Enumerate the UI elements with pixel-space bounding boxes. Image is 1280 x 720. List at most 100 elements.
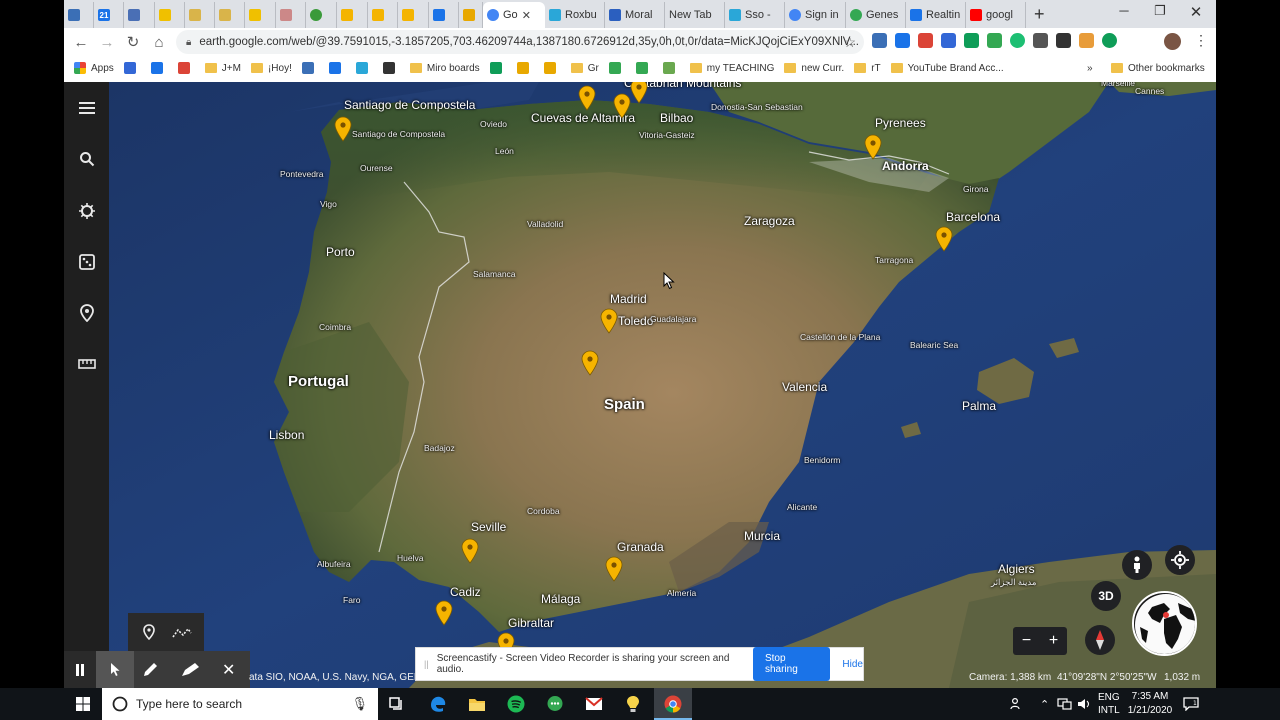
chrome-taskbar-button[interactable] [654,688,692,720]
bookmark-item[interactable] [301,62,319,74]
globe-minimap-icon[interactable] [1132,591,1197,656]
browser-tab[interactable] [155,2,185,28]
input-language[interactable]: ENG INTL [1098,688,1120,720]
browser-tab[interactable] [215,2,245,28]
bookmark-folder[interactable]: my TEACHING [689,63,774,74]
save-extension-icon[interactable] [987,33,1002,48]
bookmark-item[interactable] [355,62,373,74]
back-button[interactable]: ← [68,34,94,51]
browser-tab[interactable] [64,2,94,28]
toggle-3d-button[interactable]: 3D [1091,581,1121,611]
browser-tab[interactable]: googl [966,2,1026,28]
reload-button[interactable]: ↻ [120,33,146,51]
browser-tab[interactable]: Sso - [725,2,785,28]
projects-pin-icon[interactable] [74,300,100,326]
edge-browser-icon[interactable] [426,692,450,716]
hidden-icons-chevron-icon[interactable]: ⌃ [1040,688,1049,720]
bookmark-item[interactable] [177,62,195,74]
browser-tab[interactable]: New Tab [665,2,725,28]
clock[interactable]: 7:35 AM 1/21/2020 [1125,688,1175,720]
hide-banner-button[interactable]: Hide [842,659,863,670]
placemark-pin-icon[interactable] [461,538,479,564]
browser-tab[interactable] [398,2,429,28]
placemark-pin-icon[interactable] [334,116,352,142]
bookmark-star-icon[interactable]: ☆ [843,34,856,51]
browser-tab[interactable] [429,2,459,28]
browser-tab[interactable] [337,2,368,28]
bookmark-folder[interactable]: new Curr. [784,63,844,74]
bookmark-item[interactable] [328,62,346,74]
bookmark-folder[interactable]: Miro boards [409,63,480,74]
browser-tab[interactable]: Genes [846,2,906,28]
browser-tab[interactable]: 21 [94,2,124,28]
feeling-lucky-icon[interactable] [74,249,100,275]
task-view-icon[interactable] [385,692,409,716]
placemark-pin-icon[interactable] [435,600,453,626]
browser-tab[interactable]: Realtin [906,2,966,28]
minimize-button[interactable]: ─ [1106,3,1142,18]
windows-start-icon[interactable] [76,697,90,716]
placemark-pin-icon[interactable] [605,556,623,582]
screen-extension-icon[interactable] [941,33,956,48]
compass-icon[interactable] [1085,625,1115,655]
placemark-pin-icon[interactable] [630,82,648,104]
maximize-button[interactable]: ❐ [1142,3,1178,19]
k-extension-icon[interactable] [1102,33,1117,48]
satellite-map[interactable] [109,82,1216,688]
browser-tab[interactable]: Sign in [785,2,846,28]
chat-app-icon[interactable] [543,692,567,716]
sticky-notes-icon[interactable] [621,692,645,716]
pegman-icon[interactable] [1122,550,1152,580]
stop-sharing-button[interactable]: Stop sharing [752,647,831,681]
other-bookmarks-folder[interactable]: Other bookmarks [1111,63,1205,74]
browser-tab[interactable] [459,2,483,28]
placemark-pin-icon[interactable] [613,93,631,119]
search-icon[interactable] [74,146,100,172]
profile-avatar[interactable] [1164,33,1181,50]
forward-button[interactable]: → [94,34,120,51]
bookmark-item[interactable] [150,62,168,74]
new-tab-button[interactable]: + [1034,4,1045,25]
bookmark-item[interactable] [662,62,680,74]
volume-icon[interactable] [1077,688,1092,720]
bookmark-item[interactable] [489,62,507,74]
grammar-extension-icon[interactable] [1010,33,1025,48]
taskbar-search-box[interactable]: Type here to search 🎙︎ [102,688,378,720]
reader-extension-icon[interactable] [1079,33,1094,48]
placemark-pin-icon[interactable] [581,350,599,376]
bookmark-folder[interactable]: J+M [204,63,241,74]
file-explorer-icon[interactable] [465,692,489,716]
zoom-out-button[interactable]: − [1013,632,1040,650]
browser-tab[interactable] [306,2,337,28]
bookmark-item[interactable] [608,62,626,74]
spotify-icon[interactable] [504,692,528,716]
network-icon[interactable] [1057,688,1072,720]
bookmarks-overflow-button[interactable]: » [1087,63,1093,74]
qr-extension-icon[interactable] [895,33,910,48]
timer-extension-icon[interactable] [1056,33,1071,48]
mail-icon[interactable] [582,692,606,716]
browser-tab[interactable] [276,2,306,28]
browser-tab[interactable]: Moral [605,2,665,28]
browser-tab[interactable] [368,2,398,28]
apps-shortcut[interactable]: Apps [74,62,114,74]
close-window-button[interactable]: ✕ [1178,3,1214,21]
capture-extension-icon[interactable] [1033,33,1048,48]
browser-tab[interactable] [185,2,215,28]
bookmark-folder[interactable]: YouTube Brand Acc... [890,63,1004,74]
placemark-pin-icon[interactable] [578,85,596,111]
microphone-icon[interactable]: 🎙︎ [351,696,368,712]
bookmark-item[interactable] [543,62,561,74]
bookmark-folder[interactable]: Gr [570,63,599,74]
bookmark-item[interactable] [123,62,141,74]
placemark-pin-icon[interactable] [864,134,882,160]
close-tab-icon[interactable]: ✕ [522,9,531,22]
record-extension-icon[interactable] [918,33,933,48]
browser-tab[interactable] [124,2,155,28]
browser-tab[interactable] [245,2,276,28]
bookmark-folder[interactable]: ¡Hoy! [250,63,292,74]
bookmark-item[interactable] [635,62,653,74]
voyager-icon[interactable] [74,198,100,224]
menu-icon[interactable] [74,95,100,121]
people-icon[interactable] [1010,688,1024,720]
